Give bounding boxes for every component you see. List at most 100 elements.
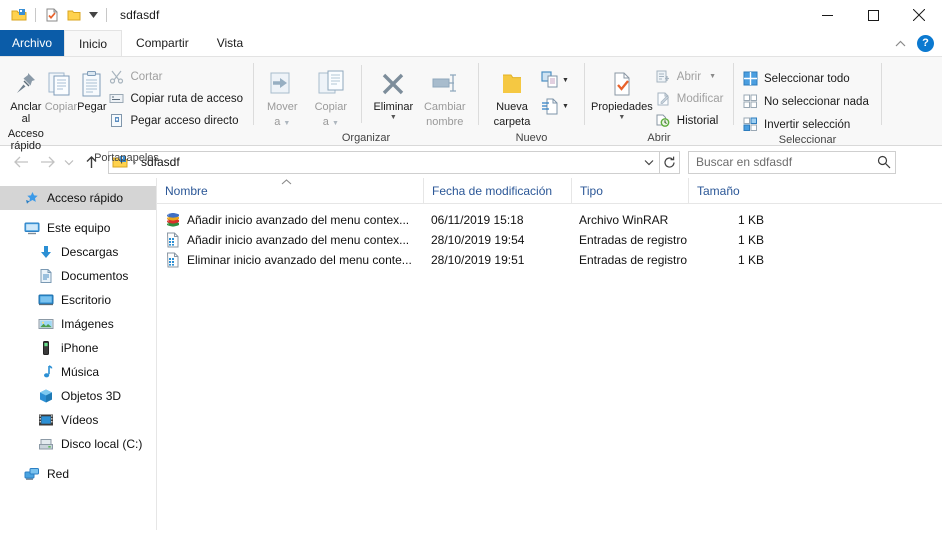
- search-icon[interactable]: [877, 155, 891, 169]
- clipboard-small-buttons: Cortar Copiar ruta de acceso Pegar acces…: [106, 63, 246, 130]
- table-row[interactable]: Añadir inicio avanzado del menu contex..…: [157, 230, 942, 250]
- column-header-tipo[interactable]: Tipo: [571, 177, 688, 204]
- easy-access-caret-icon[interactable]: ▼: [562, 103, 569, 110]
- pin-to-quick-access-button[interactable]: Anclar al Acceso rápido: [7, 63, 45, 152]
- sidebar-item-disco-local-c[interactable]: Disco local (C:): [0, 432, 156, 456]
- properties-icon: [609, 66, 635, 98]
- close-button[interactable]: [896, 0, 942, 30]
- sidebar-item-imagenes[interactable]: Imágenes: [0, 312, 156, 336]
- tab-vista[interactable]: Vista: [203, 30, 257, 56]
- properties-caret-icon[interactable]: ▼: [618, 114, 625, 121]
- copy-to-button[interactable]: Copiar a ▼: [307, 63, 356, 130]
- edit-button[interactable]: Modificar: [653, 89, 727, 108]
- search-input[interactable]: Buscar en sdfasdf: [688, 150, 896, 174]
- rename-label-line2: nombre: [426, 116, 464, 128]
- new-folder-icon[interactable]: [63, 4, 85, 26]
- ribbon: Anclar al Acceso rápido Copiar Pegar Cor…: [0, 56, 942, 164]
- window-controls: [804, 0, 942, 30]
- select-all-button[interactable]: Seleccionar todo: [740, 69, 872, 88]
- open-label: Abrir: [676, 70, 702, 83]
- open-button[interactable]: Abrir ▼: [653, 67, 727, 86]
- maximize-button[interactable]: [850, 0, 896, 30]
- address-dropdown-icon[interactable]: [640, 152, 657, 173]
- copy-to-label-line2: a ▼: [322, 116, 339, 128]
- folder-icon[interactable]: [8, 4, 30, 26]
- sidebar-label: Vídeos: [61, 413, 99, 427]
- properties-button[interactable]: Propiedades ▼: [591, 63, 653, 121]
- select-none-button[interactable]: No seleccionar nada: [740, 92, 872, 111]
- sidebar-item-red[interactable]: Red: [0, 462, 156, 486]
- group-label-portapapeles: Portapapeles: [94, 152, 159, 164]
- sidebar-label: Música: [61, 365, 100, 379]
- navigation-pane: Acceso rápido Este equipo Descargas Docu…: [0, 178, 157, 530]
- sidebar-item-videos[interactable]: Vídeos: [0, 408, 156, 432]
- table-row[interactable]: Añadir inicio avanzado del menu contex..…: [157, 210, 942, 230]
- sidebar-item-objetos-3d[interactable]: Objetos 3D: [0, 384, 156, 408]
- properties-icon[interactable]: [41, 4, 63, 26]
- sidebar-item-acceso-rapido[interactable]: Acceso rápido: [0, 186, 156, 210]
- sidebar-item-este-equipo[interactable]: Este equipo: [0, 216, 156, 240]
- sidebar-item-musica[interactable]: Música: [0, 360, 156, 384]
- new-item-caret-icon[interactable]: ▼: [562, 77, 569, 84]
- copy-button[interactable]: Copiar: [45, 63, 77, 113]
- table-row[interactable]: Eliminar inicio avanzado del menu conte.…: [157, 250, 942, 270]
- minimize-button[interactable]: [804, 0, 850, 30]
- registry-file-icon: [165, 252, 181, 268]
- select-all-label: Seleccionar todo: [764, 72, 850, 85]
- file-name-cell: Eliminar inicio avanzado del menu conte.…: [157, 252, 423, 268]
- column-header-label: Fecha de modificación: [432, 183, 553, 198]
- invert-selection-button[interactable]: Invertir selección: [740, 115, 872, 134]
- file-size-cell: 1 KB: [737, 213, 764, 227]
- delete-button[interactable]: Eliminar ▼: [368, 63, 419, 121]
- ribbon-group-nuevo: Nueva carpeta ▼ ▼ Nuevo: [479, 57, 584, 147]
- paste-button[interactable]: Pegar: [77, 63, 106, 113]
- nuevo-small-buttons: ▼ ▼: [541, 63, 569, 117]
- new-folder-label-line2: carpeta: [493, 116, 531, 128]
- help-icon[interactable]: ?: [917, 34, 934, 52]
- new-folder-button[interactable]: Nueva carpeta: [485, 63, 539, 128]
- rename-button[interactable]: Cambiar nombre: [419, 63, 471, 128]
- delete-icon: [379, 66, 407, 98]
- copy-icon: [47, 66, 75, 98]
- sidebar-label: Documentos: [61, 269, 129, 283]
- sidebar-item-descargas[interactable]: Descargas: [0, 240, 156, 264]
- delete-caret-icon[interactable]: ▼: [390, 114, 397, 121]
- history-button[interactable]: Historial: [653, 111, 727, 130]
- column-header-fecha[interactable]: Fecha de modificación: [423, 177, 571, 204]
- new-item-icon: [541, 71, 558, 88]
- tab-inicio[interactable]: Inicio: [64, 30, 123, 56]
- file-date-cell: 28/10/2019 19:54: [431, 233, 525, 247]
- seleccionar-small-buttons: Seleccionar todo No seleccionar nada Inv…: [740, 63, 872, 134]
- sidebar-item-iphone[interactable]: iPhone: [0, 336, 156, 360]
- move-to-button[interactable]: Mover a ▼: [258, 63, 307, 130]
- new-item-button[interactable]: ▼: [541, 69, 569, 91]
- customize-qat-caret-icon[interactable]: [85, 5, 101, 25]
- abrir-small-buttons: Abrir ▼ Modificar Historial: [653, 63, 727, 130]
- tab-compartir[interactable]: Compartir: [122, 30, 203, 56]
- copy-path-button[interactable]: Copiar ruta de acceso: [106, 89, 246, 108]
- refresh-button[interactable]: [660, 150, 680, 174]
- collapse-ribbon-icon[interactable]: [895, 40, 911, 47]
- cut-button[interactable]: Cortar: [106, 67, 246, 86]
- file-date-cell: 28/10/2019 19:51: [431, 253, 525, 267]
- sidebar-item-documentos[interactable]: Documentos: [0, 264, 156, 288]
- tab-archivo[interactable]: Archivo: [0, 30, 65, 56]
- star-pin-icon: [24, 190, 40, 206]
- sidebar-label: Imágenes: [61, 317, 114, 331]
- open-caret-icon[interactable]: ▼: [709, 73, 716, 80]
- move-to-label-line1: Mover: [266, 101, 298, 113]
- easy-access-button[interactable]: ▼: [541, 95, 569, 117]
- column-header-nombre[interactable]: Nombre: [157, 178, 423, 204]
- sort-ascending-icon: [281, 178, 292, 185]
- column-header-tamano[interactable]: Tamaño: [688, 177, 778, 204]
- cut-label: Cortar: [130, 70, 163, 83]
- file-explorer-window: sdfasdf Archivo Inicio Compartir Vista ?: [0, 0, 942, 550]
- edit-icon: [657, 92, 669, 106]
- window-title: sdfasdf: [120, 8, 160, 22]
- paste-shortcut-button[interactable]: Pegar acceso directo: [106, 111, 246, 130]
- qat-separator-2: [106, 8, 107, 22]
- sidebar-item-escritorio[interactable]: Escritorio: [0, 288, 156, 312]
- move-to-label-line2: a ▼: [274, 116, 291, 128]
- properties-label: Propiedades: [591, 101, 653, 113]
- copy-path-icon: [109, 94, 124, 103]
